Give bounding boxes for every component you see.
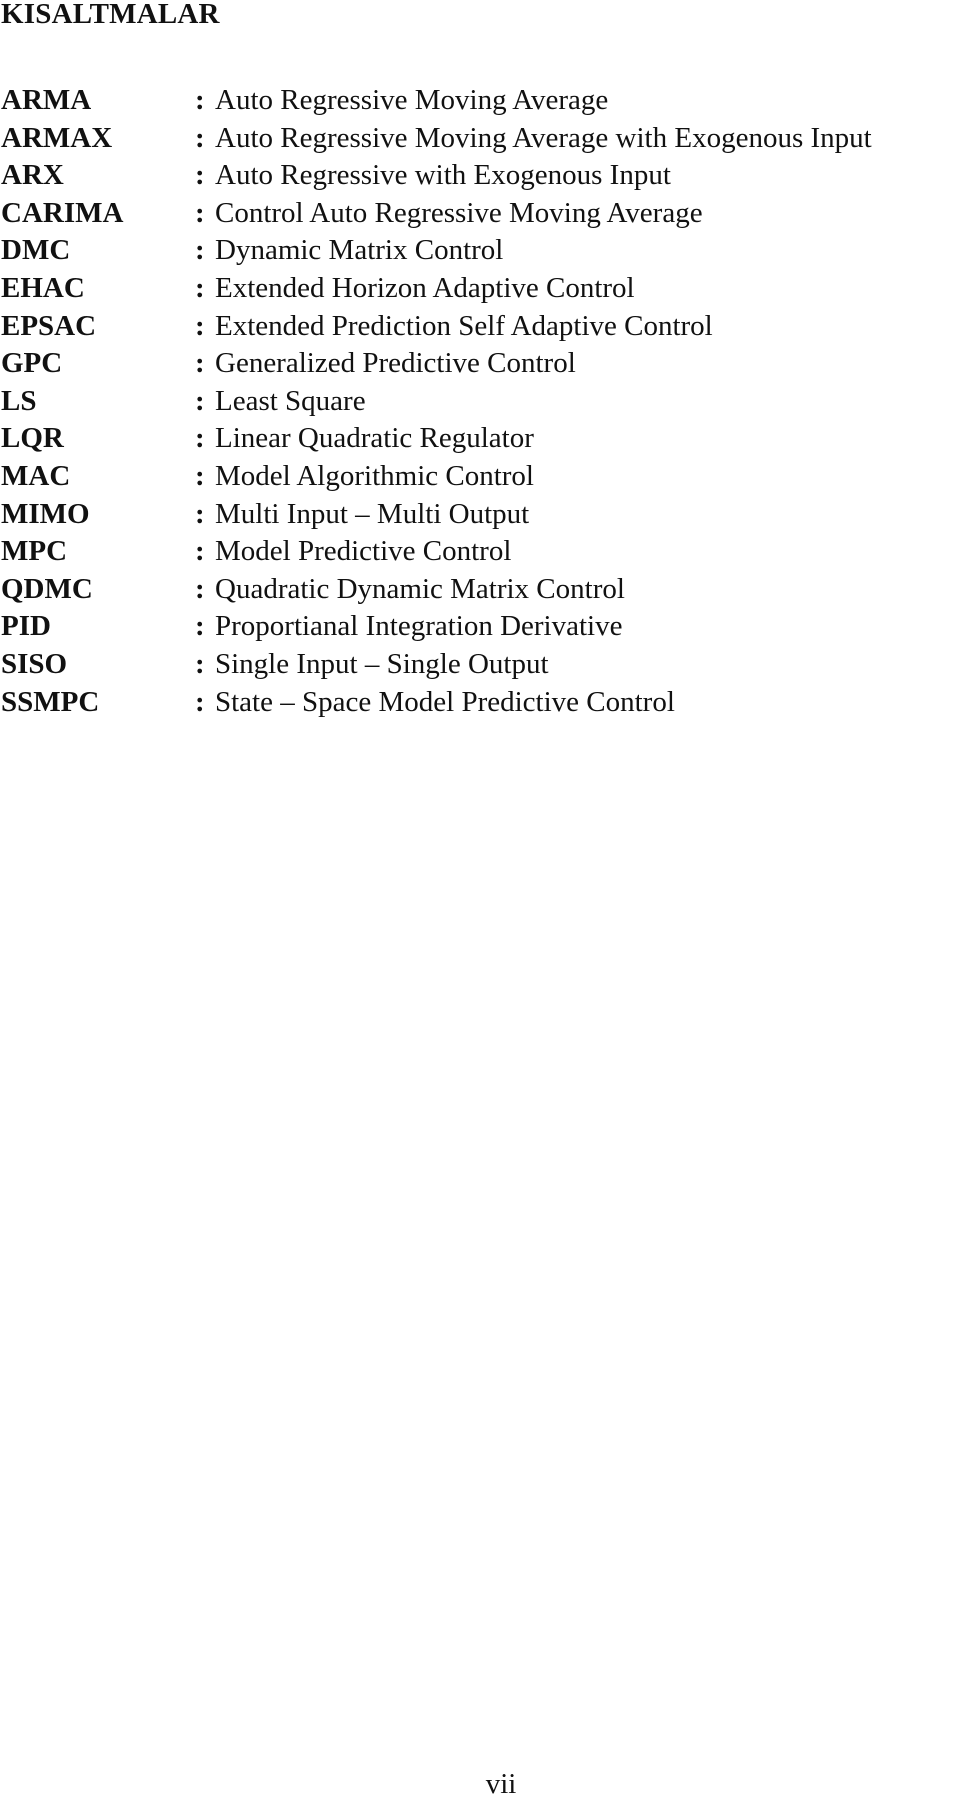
abbreviation-term: LS	[1, 384, 37, 417]
page-number: vii	[485, 1768, 517, 1800]
abbreviation-row: SISO: Single Input – Single Output	[0, 646, 872, 684]
abbreviation-term: EHAC	[1, 271, 85, 304]
abbreviation-row: LQR: Linear Quadratic Regulator	[0, 420, 872, 458]
abbreviation-definition: Quadratic Dynamic Matrix Control	[215, 572, 625, 605]
abbreviation-row: DMC: Dynamic Matrix Control	[0, 232, 872, 270]
abbreviation-separator: :	[195, 234, 205, 267]
abbreviation-definition: Extended Prediction Self Adaptive Contro…	[215, 309, 713, 342]
abbreviation-row: GPC: Generalized Predictive Control	[0, 345, 872, 383]
abbreviation-definition: Model Predictive Control	[215, 535, 512, 568]
abbreviation-separator: :	[195, 196, 205, 229]
abbreviation-row: EPSAC: Extended Prediction Self Adaptive …	[0, 308, 872, 346]
abbreviation-separator: :	[195, 271, 205, 304]
abbreviation-row: ARMAX: Auto Regressive Moving Average wit…	[0, 120, 872, 158]
abbreviation-separator: :	[195, 459, 205, 492]
abbreviation-definition: Extended Horizon Adaptive Control	[215, 271, 635, 304]
abbreviation-term: EPSAC	[1, 309, 97, 342]
abbreviation-definition: Dynamic Matrix Control	[215, 234, 504, 267]
abbreviation-definition: Auto Regressive with Exogenous Input	[215, 159, 671, 192]
abbreviation-row: ARMA: Auto Regressive Moving Average	[0, 82, 872, 120]
abbreviation-definition: Proportianal Integration Derivative	[215, 610, 623, 643]
abbreviation-term: LQR	[1, 422, 64, 455]
abbreviation-separator: :	[195, 572, 205, 605]
abbreviation-term: ARMA	[1, 84, 92, 116]
abbreviation-separator: :	[195, 347, 205, 380]
abbreviation-row: ARX: Auto Regressive with Exogenous Input	[0, 157, 872, 195]
abbreviation-separator: :	[195, 309, 205, 342]
abbreviation-term: CARIMA	[1, 196, 124, 229]
abbreviation-definition: Single Input – Single Output	[215, 647, 549, 680]
abbreviation-definition: Model Algorithmic Control	[215, 459, 534, 492]
abbreviation-separator: :	[195, 535, 205, 568]
abbreviation-definition: Linear Quadratic Regulator	[215, 422, 534, 455]
abbreviation-row: LS: Least Square	[0, 383, 872, 421]
abbreviation-row: MAC: Model Algorithmic Control	[0, 458, 872, 496]
abbreviation-term: QDMC	[1, 572, 93, 605]
abbreviation-row: CARIMA: Control Auto Regressive Moving Av…	[0, 195, 872, 233]
abbreviation-definition: Generalized Predictive Control	[215, 347, 576, 380]
abbreviation-list: ARMA: Auto Regressive Moving Average ARMA…	[0, 82, 872, 721]
abbreviation-separator: :	[195, 121, 205, 154]
abbreviation-separator: :	[195, 384, 205, 417]
abbreviation-definition: State – Space Model Predictive Control	[215, 685, 675, 718]
abbreviation-row: SSMPC: State – Space Model Predictive Con…	[0, 684, 872, 722]
abbreviation-term: MIMO	[1, 497, 90, 530]
abbreviation-definition: Auto Regressive Moving Average	[215, 84, 609, 116]
abbreviation-term: DMC	[1, 234, 71, 267]
abbreviation-term: SSMPC	[1, 685, 100, 718]
abbreviation-definition: Control Auto Regressive Moving Average	[215, 196, 703, 229]
abbreviation-row: MPC: Model Predictive Control	[0, 533, 872, 571]
abbreviation-row: PID: Proportianal Integration Derivative	[0, 608, 872, 646]
page-title: KISALTMALAR	[1, 0, 220, 30]
abbreviation-term: ARX	[1, 159, 64, 192]
abbreviation-separator: :	[195, 647, 205, 680]
abbreviation-row: MIMO: Multi Input – Multi Output	[0, 496, 872, 534]
abbreviation-definition: Auto Regressive Moving Average with Exog…	[215, 121, 872, 154]
abbreviation-definition: Multi Input – Multi Output	[215, 497, 530, 530]
abbreviation-term: MAC	[1, 459, 71, 492]
abbreviation-term: MPC	[1, 535, 68, 568]
abbreviation-separator: :	[195, 84, 205, 116]
abbreviation-term: ARMAX	[1, 121, 113, 154]
abbreviation-separator: :	[195, 497, 205, 530]
abbreviation-separator: :	[195, 159, 205, 192]
abbreviation-row: QDMC: Quadratic Dynamic Matrix Control	[0, 571, 872, 609]
abbreviation-term: SISO	[1, 647, 68, 680]
abbreviation-separator: :	[195, 610, 205, 643]
abbreviation-separator: :	[195, 685, 205, 718]
abbreviation-term: PID	[1, 610, 51, 643]
abbreviation-row: EHAC: Extended Horizon Adaptive Control	[0, 270, 872, 308]
abbreviation-definition: Least Square	[215, 384, 366, 417]
abbreviation-term: GPC	[1, 347, 63, 380]
abbreviation-separator: :	[195, 422, 205, 455]
